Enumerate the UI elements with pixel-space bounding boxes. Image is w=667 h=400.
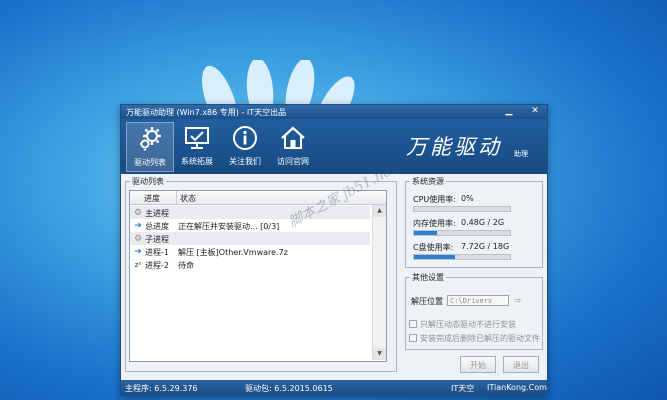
close-button[interactable]: ✕ bbox=[529, 106, 541, 117]
row-name: 主进程 bbox=[145, 209, 169, 218]
exit-button[interactable]: 退出 bbox=[503, 356, 539, 373]
arrow-right-icon: ➜ bbox=[134, 247, 142, 257]
minimize-button[interactable]: ▁ bbox=[503, 106, 515, 117]
tool-follow-us[interactable]: 关注我们 bbox=[222, 122, 268, 170]
extract-only-label: 只解压动态驱动不进行安装 bbox=[420, 320, 516, 329]
column-divider[interactable] bbox=[176, 191, 177, 204]
disk-usage-fill bbox=[414, 255, 456, 259]
start-button[interactable]: 开始 bbox=[460, 356, 496, 373]
info-icon bbox=[233, 126, 257, 150]
driver-list-legend: 驱动列表 bbox=[132, 177, 164, 186]
site-name: IT天空 bbox=[451, 384, 475, 393]
tool-label: 系统拓展 bbox=[181, 157, 213, 166]
driver-list-table: 进度 状态 ⚙ 主进程 ➜ 总进度 正在解压并安装驱动... [0/3] ⚙ 子… bbox=[129, 190, 387, 362]
column-status[interactable]: 状态 bbox=[180, 193, 196, 204]
memory-usage-fill bbox=[414, 231, 438, 235]
scroll-up-arrow-icon[interactable]: ▲ bbox=[373, 205, 386, 217]
browse-arrow-icon[interactable]: ⇨ bbox=[513, 295, 523, 306]
cpu-usage-bar bbox=[413, 206, 511, 212]
brand-sub: 助理 bbox=[514, 150, 528, 158]
disk-value: 7.72G / 18G bbox=[461, 242, 510, 251]
other-settings-content: 解压位置 C:\Drivers ⇨ 只解压动态驱动不进行安装 安装完成后删除已解… bbox=[405, 280, 541, 348]
tool-system-extend[interactable]: 系统拓展 bbox=[174, 122, 220, 170]
delete-after-install-label: 安装完成后删除已解压的驱动文件 bbox=[420, 334, 540, 343]
tool-visit-site[interactable]: 访问官网 bbox=[270, 122, 316, 170]
scroll-down-arrow-icon[interactable]: ▼ bbox=[373, 348, 386, 360]
driver-assistant-window: 万能驱动助理 (Win7.x86 专用) - IT天空出品 ▁ ✕ 驱动列表 系… bbox=[120, 104, 548, 396]
tool-label: 驱动列表 bbox=[134, 158, 166, 167]
brand-logo: 万能驱动 bbox=[406, 135, 502, 159]
gear-icon: ⚙ bbox=[133, 234, 143, 244]
main-program-version: 主程序: 6.5.29.376 bbox=[125, 384, 198, 393]
list-scrollbar[interactable]: ▲ ▼ bbox=[372, 205, 386, 360]
table-row: ⚙ 子进程 bbox=[130, 232, 370, 245]
row-status: 解压 [主板]Other.Vmware.7z bbox=[178, 248, 288, 257]
row-status: 正在解压并安装驱动... [0/3] bbox=[178, 222, 280, 231]
column-progress[interactable]: 进度 bbox=[144, 193, 160, 204]
sleep-icon: z² bbox=[134, 261, 142, 269]
title-bar: 万能驱动助理 (Win7.x86 专用) - IT天空出品 ▁ ✕ bbox=[121, 105, 547, 119]
site-url[interactable]: ITianKong.Com bbox=[487, 383, 547, 392]
extract-only-checkbox[interactable] bbox=[409, 320, 417, 328]
monitor-check-icon bbox=[185, 127, 209, 149]
cpu-value: 0% bbox=[461, 194, 474, 203]
system-resources-legend: 系统资源 bbox=[412, 177, 444, 186]
extract-location-label: 解压位置 bbox=[411, 297, 443, 306]
table-row: ➜ 总进度 正在解压并安装驱动... [0/3] bbox=[130, 219, 370, 232]
row-name: 进程-2 bbox=[145, 261, 169, 270]
memory-label: 内存使用率: bbox=[413, 219, 456, 228]
tool-label: 关注我们 bbox=[229, 157, 261, 166]
row-name: 总进度 bbox=[145, 222, 169, 231]
status-bar: 主程序: 6.5.29.376 驱动包: 6.5.2015.0615 IT天空 … bbox=[121, 380, 547, 395]
tool-driver-list[interactable]: 驱动列表 bbox=[126, 122, 174, 172]
delete-after-install-checkbox[interactable] bbox=[409, 334, 417, 342]
window-title: 万能驱动助理 (Win7.x86 专用) - IT天空出品 bbox=[126, 108, 287, 117]
gears-icon bbox=[140, 127, 161, 151]
table-row: ➜ 进程-1 解压 [主板]Other.Vmware.7z bbox=[130, 245, 370, 258]
cpu-label: CPU使用率: bbox=[413, 195, 456, 204]
memory-value: 0.48G / 2G bbox=[461, 218, 505, 227]
row-status: 待命 bbox=[178, 261, 194, 270]
extract-path-input[interactable]: C:\Drivers bbox=[447, 295, 509, 306]
home-icon bbox=[281, 126, 305, 149]
gear-icon: ⚙ bbox=[133, 208, 143, 218]
row-name: 子进程 bbox=[145, 235, 169, 244]
arrow-right-icon: ➜ bbox=[134, 221, 142, 231]
row-name: 进程-1 bbox=[145, 248, 169, 257]
disk-label: C盘使用率: bbox=[413, 243, 454, 252]
driver-pack-version: 驱动包: 6.5.2015.0615 bbox=[245, 384, 333, 393]
tool-label: 访问官网 bbox=[277, 157, 309, 166]
table-row: z² 进程-2 待命 bbox=[130, 258, 370, 271]
toolbar-banner: 驱动列表 系统拓展 关注我们 访问官网 万能驱动 助理 bbox=[121, 119, 547, 174]
memory-usage-bar bbox=[413, 230, 511, 236]
disk-usage-bar bbox=[413, 254, 511, 260]
